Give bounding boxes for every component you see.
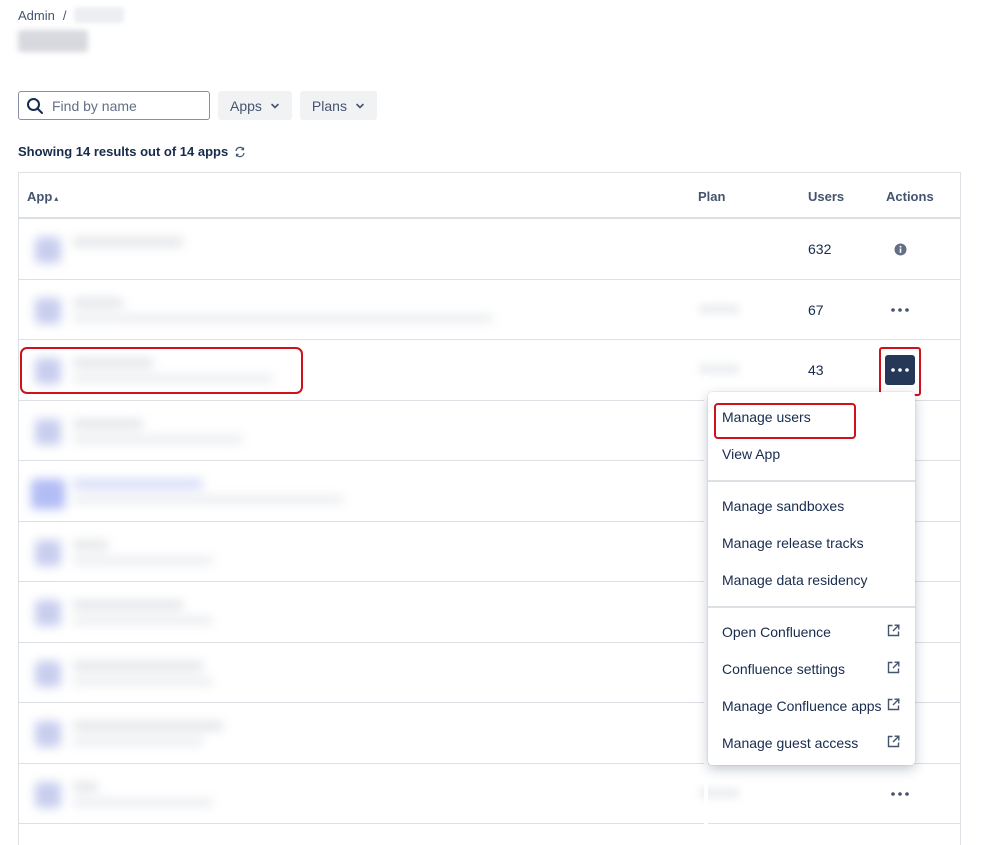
plans-filter-dropdown[interactable]: Plans — [299, 91, 377, 120]
users-count: 632 — [808, 241, 832, 257]
app-name-redacted[interactable] — [25, 594, 705, 634]
menu-divider — [708, 606, 915, 608]
highlight-actions-button — [879, 347, 921, 396]
column-header-app[interactable]: App ▴ — [27, 189, 58, 204]
search-icon — [27, 97, 43, 114]
refresh-icon[interactable] — [234, 146, 246, 158]
chevron-down-icon — [271, 103, 279, 109]
info-button[interactable] — [885, 234, 915, 264]
column-header-actions: Actions — [886, 189, 934, 204]
page-title-redacted — [18, 30, 88, 52]
breadcrumb-current-redacted[interactable] — [74, 7, 125, 23]
external-link-icon — [887, 735, 900, 748]
info-icon — [894, 243, 906, 255]
app-name-redacted[interactable] — [25, 655, 705, 695]
menu-divider — [708, 480, 915, 482]
external-link-icon — [887, 624, 900, 637]
plan-redacted — [699, 364, 739, 374]
table-row: 67 — [19, 280, 960, 340]
more-actions-button[interactable] — [885, 295, 915, 325]
app-name-redacted[interactable] — [25, 534, 705, 574]
menu-item-manage-release-tracks[interactable]: Manage release tracks — [722, 535, 864, 551]
breadcrumb: Admin / — [18, 7, 125, 23]
search-field[interactable] — [18, 91, 210, 120]
menu-item-manage-confluence-apps[interactable]: Manage Confluence apps — [722, 698, 882, 714]
table-header: App ▴ Plan Users Actions — [19, 173, 960, 219]
table-row — [19, 764, 960, 824]
app-name-redacted[interactable] — [25, 473, 705, 513]
plan-redacted — [699, 303, 739, 314]
external-link-icon — [887, 698, 900, 711]
apps-filter-label: Apps — [230, 97, 262, 114]
results-summary: Showing 14 results out of 14 apps — [18, 144, 246, 159]
filter-toolbar: Apps Plans — [18, 91, 377, 120]
table-row: 632 — [19, 219, 960, 280]
results-text: Showing 14 results out of 14 apps — [18, 144, 229, 159]
users-count: 67 — [808, 301, 824, 318]
app-name-redacted[interactable] — [25, 413, 705, 453]
search-input[interactable] — [52, 97, 202, 114]
app-name-redacted[interactable] — [25, 776, 705, 816]
users-count: 43 — [808, 362, 824, 378]
breadcrumb-separator: / — [62, 7, 67, 23]
more-icon — [891, 307, 909, 312]
menu-item-manage-guest-access[interactable]: Manage guest access — [722, 735, 858, 751]
column-header-users: Users — [808, 189, 845, 204]
app-name-redacted[interactable] — [25, 292, 705, 332]
column-header-plan: Plan — [698, 189, 726, 204]
sort-ascending-icon: ▴ — [54, 194, 59, 203]
app-name-redacted[interactable] — [25, 715, 705, 755]
external-link-icon — [887, 661, 900, 674]
breadcrumb-admin-link[interactable]: Admin — [18, 8, 55, 23]
plans-filter-label: Plans — [311, 97, 347, 114]
app-name-redacted[interactable] — [25, 231, 705, 271]
more-actions-button[interactable] — [885, 779, 915, 809]
menu-item-manage-sandboxes[interactable]: Manage sandboxes — [722, 498, 844, 514]
apps-filter-dropdown[interactable]: Apps — [218, 91, 292, 120]
more-icon — [891, 791, 909, 796]
chevron-down-icon — [356, 103, 364, 109]
highlight-manage-users — [714, 403, 856, 439]
menu-item-confluence-settings[interactable]: Confluence settings — [722, 661, 845, 677]
menu-item-view-app[interactable]: View App — [722, 446, 780, 462]
menu-item-manage-data-residency[interactable]: Manage data residency — [722, 572, 868, 588]
menu-item-open-confluence[interactable]: Open Confluence — [722, 624, 831, 640]
actions-menu: Manage users View App Manage sandboxes M… — [708, 392, 915, 765]
highlight-app-row — [20, 347, 303, 394]
